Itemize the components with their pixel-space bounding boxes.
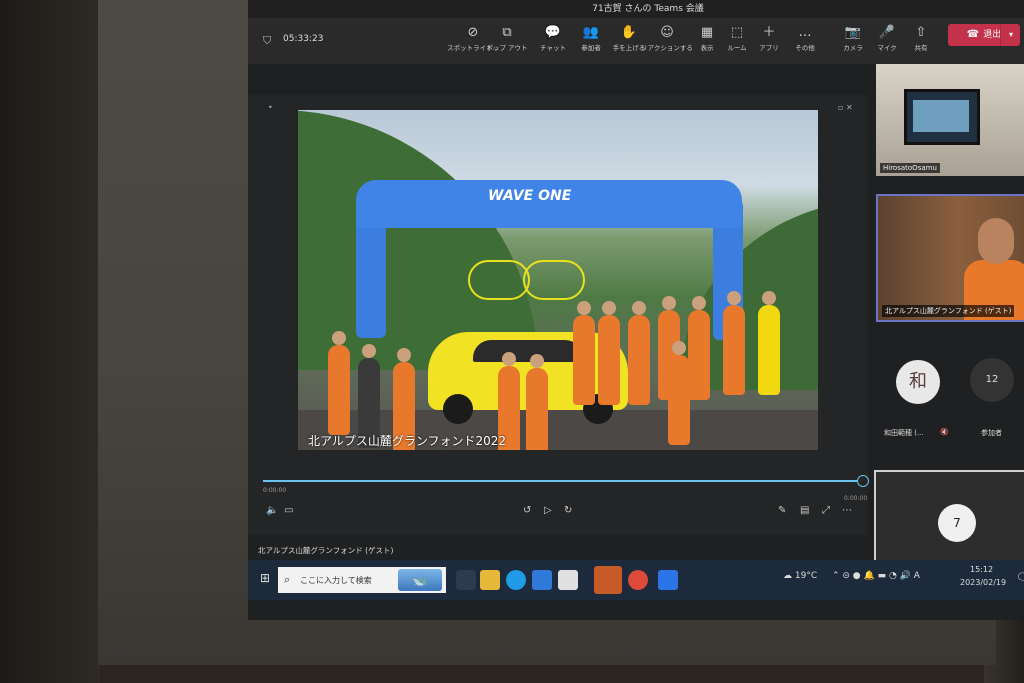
stage-dot-icon: • (268, 103, 273, 112)
window-title: 71古賀 さんの Teams 会議 (248, 0, 1024, 18)
ellipsis-icon[interactable]: ⋯ (842, 505, 852, 516)
self-avatar: 7 (938, 504, 976, 542)
display-icon[interactable]: ▭ (284, 505, 293, 516)
file-explorer-icon[interactable] (480, 570, 500, 590)
search-icon: ⌕ (284, 573, 291, 586)
more-button[interactable]: … その他 (778, 24, 832, 62)
system-tray[interactable]: ⌃ ⊝ ● 🔔 ▬ ◔ 🔊 A (832, 571, 920, 581)
person (688, 296, 710, 400)
cloud-icon: ☁ (783, 571, 792, 581)
bicycle (523, 260, 585, 300)
app-icon[interactable] (658, 570, 678, 590)
person (573, 301, 595, 405)
edge-icon[interactable] (506, 570, 526, 590)
taskbar-search-box[interactable]: ⌕ ここに入力して検索 🐋 (278, 567, 446, 593)
more-label: その他 (795, 44, 815, 52)
windows-taskbar: ⊞ ⌕ ここに入力して検索 🐋 ☁ 19°C ⌃ ⊝ ● 🔔 ▬ ◔ 🔊 A 1… (248, 560, 1024, 600)
video-time-start: 0:00:00 (263, 487, 287, 494)
weather-widget[interactable]: ☁ 19°C (783, 571, 817, 581)
forward-icon[interactable]: ↻ (564, 505, 572, 516)
participant-name: 北アルプス山麓グランフォンド (ゲスト) (882, 305, 1015, 317)
arch-banner-text: WAVE ONE (488, 188, 572, 204)
person (328, 331, 350, 435)
avatar-wada[interactable]: 和 (896, 360, 940, 404)
meeting-timer: 05:33:23 (283, 34, 324, 44)
person (758, 291, 780, 395)
chevron-down-icon: ▾ (1008, 30, 1013, 39)
video-progress-fill (263, 480, 863, 482)
search-placeholder: ここに入力して検索 (300, 576, 372, 585)
share-button[interactable]: ⇧ 共有 (894, 24, 948, 62)
meeting-toolbar: ⛉ 05:33:23 ⊘ スポットライト... ⧉ ポップ アウト 💬 チャット 👥 参加者 ✋… (248, 18, 1024, 64)
shared-content-stage: • ▫ ✕ WAVE ONE 北アルプス山麓グランフォンド2022 0:00:0… (248, 95, 869, 535)
chrome-icon[interactable] (628, 570, 648, 590)
projection-surface: 71古賀 さんの Teams 会議 ⛉ 05:33:23 ⊘ スポットライト...… (98, 0, 1024, 665)
mountain-left (298, 110, 538, 370)
ellipsis-icon: … (798, 25, 812, 40)
participant-count-label: 参加者 (981, 429, 1002, 437)
shield-icon: ⛉ (263, 34, 272, 47)
captions-icon[interactable]: ▤ (800, 505, 809, 516)
room-wall-left (0, 0, 100, 683)
phone-icon: ☎ (966, 29, 980, 40)
clock-time[interactable]: 15:12 (970, 565, 993, 574)
participant-count-avatar[interactable]: 12 (970, 358, 1014, 402)
person (628, 301, 650, 405)
teams-icon[interactable] (594, 566, 622, 594)
person (668, 341, 690, 445)
guest-face (978, 218, 1014, 264)
whale-icon: 🐋 (398, 569, 442, 591)
participant-tile-room[interactable]: HirosatoOsamu (876, 64, 1024, 176)
video-caption: 北アルプス山麓グランフォンド2022 (308, 434, 507, 448)
leave-label: 退出 (983, 30, 1002, 40)
room-monitor (904, 89, 980, 145)
temperature: 19°C (794, 571, 818, 581)
stage-window-controls[interactable]: ▫ ✕ (838, 103, 853, 112)
mail-icon[interactable] (532, 570, 552, 590)
share-presenter-label: 北アルプス山麓グランフォンド (ゲスト) (258, 546, 394, 555)
video-progress-handle[interactable] (857, 475, 869, 487)
volume-icon[interactable]: 🔈 (266, 505, 278, 516)
clock-date[interactable]: 2023/02/19 (960, 578, 1006, 587)
fullscreen-icon[interactable]: ⤢ (822, 505, 830, 516)
leave-options-button[interactable]: ▾ (1000, 24, 1021, 46)
ime-indicator: A (913, 571, 920, 581)
video-frame[interactable]: WAVE ONE 北アルプス山麓グランフォンド2022 (298, 110, 818, 450)
play-icon[interactable]: ▷ (544, 505, 552, 516)
rewind-icon[interactable]: ↺ (523, 505, 531, 516)
bicycle (468, 260, 530, 300)
car-wheel (443, 394, 473, 424)
video-time-end: 0:00:00 (844, 495, 868, 502)
person (526, 354, 548, 450)
person (598, 301, 620, 405)
task-view-icon[interactable] (456, 570, 476, 590)
pen-icon[interactable]: ✎ (778, 505, 786, 516)
share-label: 共有 (914, 44, 928, 52)
notification-icon[interactable]: 🗨 (1016, 571, 1024, 584)
participant-name: 和田範穂 (... (884, 429, 924, 437)
store-icon[interactable] (558, 570, 578, 590)
video-progress-bar[interactable] (263, 475, 869, 487)
teams-window: 71古賀 さんの Teams 会議 ⛉ 05:33:23 ⊘ スポットライト...… (248, 0, 1024, 620)
participant-name: HirosatoOsamu (880, 163, 940, 173)
chevron-up-icon: ⌃ (832, 571, 840, 581)
mic-off-icon: 🔇 (940, 428, 949, 436)
person (723, 291, 745, 395)
car-window (473, 340, 583, 362)
share-icon: ⇧ (915, 25, 927, 40)
windows-start-icon[interactable]: ⊞ (260, 571, 270, 585)
participant-tile-guest[interactable]: 北アルプス山麓グランフォンド (ゲスト) (876, 194, 1024, 322)
